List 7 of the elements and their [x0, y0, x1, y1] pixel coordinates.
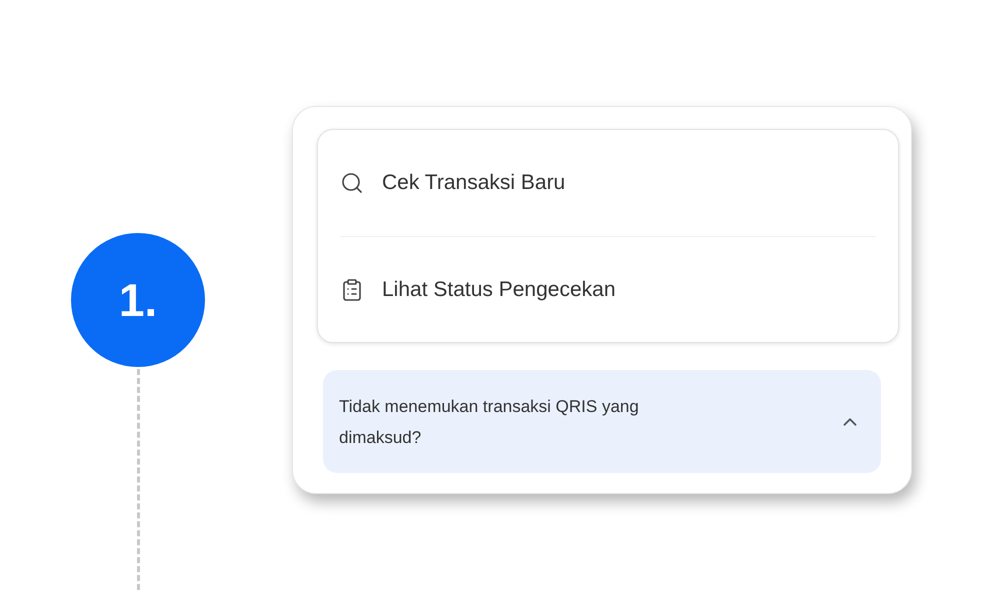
- step-number: 1.: [71, 233, 205, 367]
- search-icon: [340, 171, 364, 195]
- menu-item[interactable]: Lihat Status Pengecekan: [382, 274, 616, 306]
- help-text: Tidak menemukan transaksi QRIS yang dimaksud?: [339, 396, 640, 448]
- help-panel[interactable]: Tidak menemukan transaksi QRIS yang dimaksud?: [323, 370, 881, 473]
- menu-item[interactable]: Cek Transaksi Baru: [382, 167, 566, 199]
- clipboard-icon: [340, 278, 364, 302]
